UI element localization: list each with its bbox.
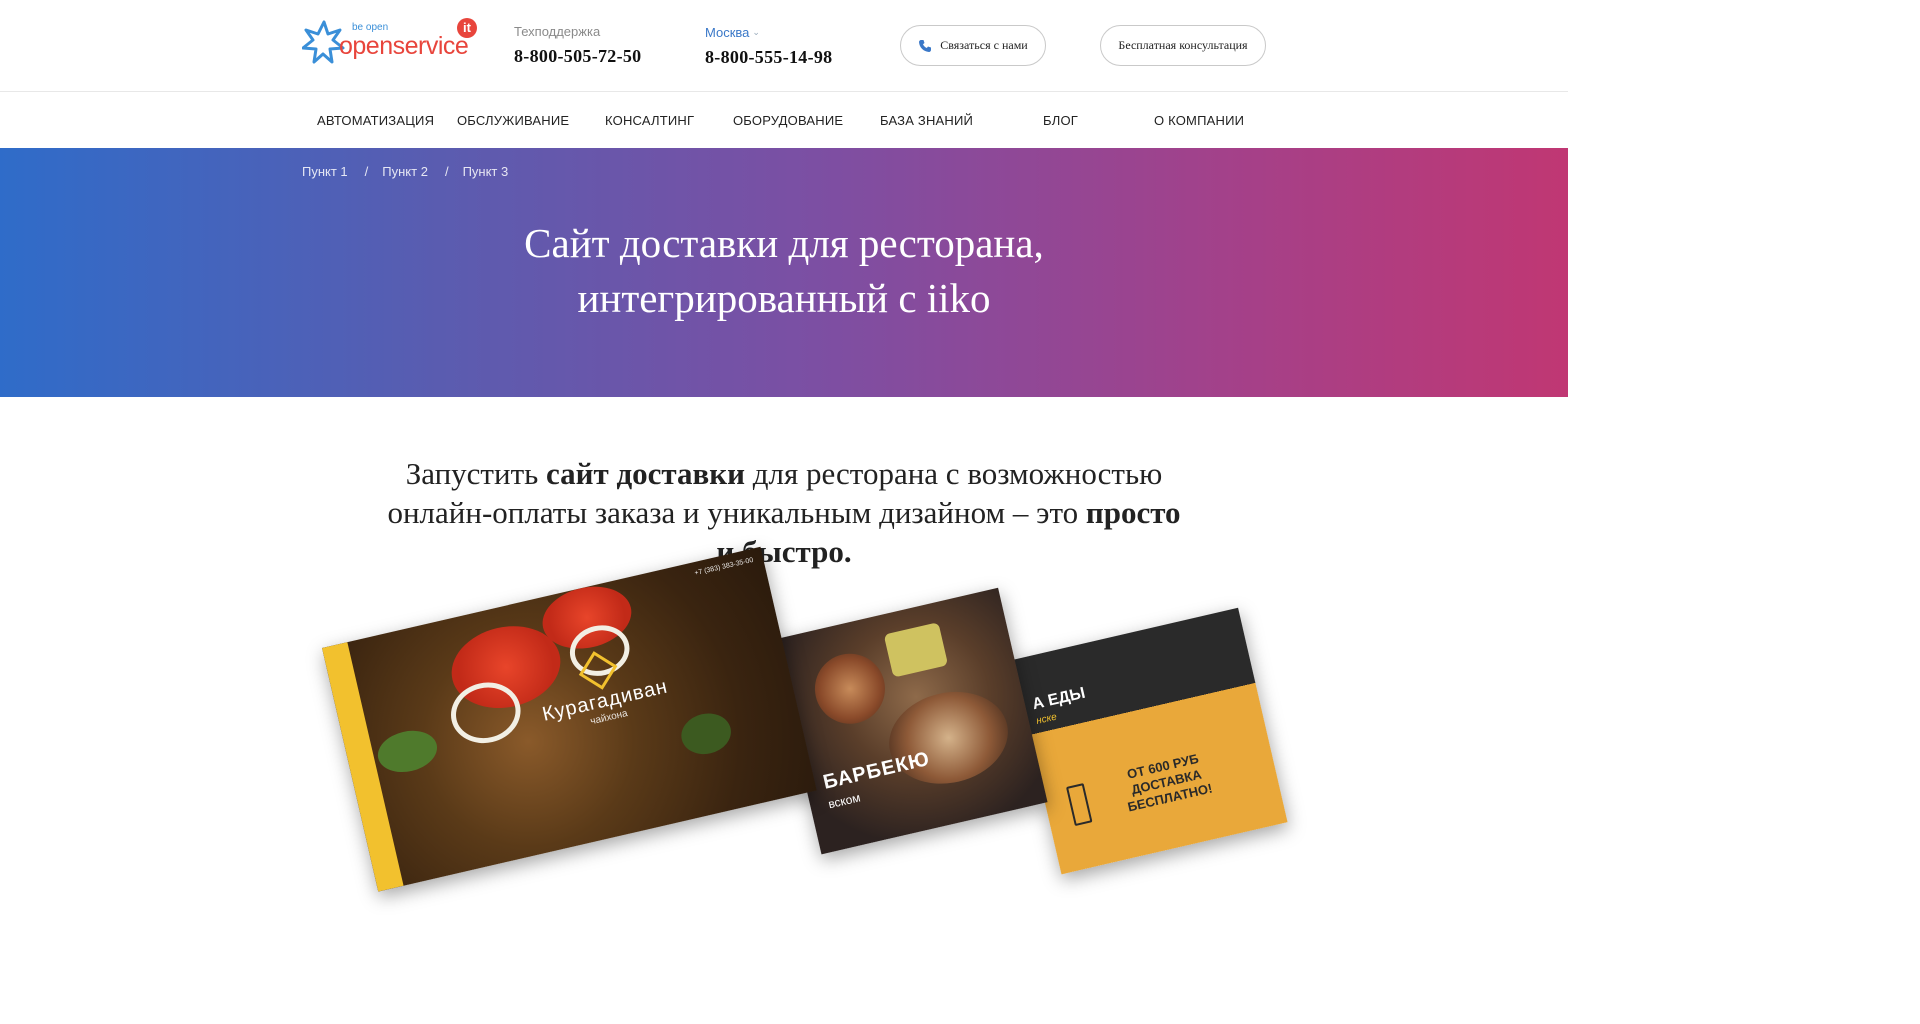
city-contact: Москва ⌄ 8-800-555-14-98	[705, 24, 832, 68]
breadcrumb-item-1[interactable]: Пункт 1	[302, 164, 348, 179]
chevron-down-icon: ⌄	[752, 27, 760, 37]
openservice-logo[interactable]: be open openservice it	[301, 18, 482, 74]
site-mockup-kuragadivan: +7 (383) 383-35-00 Курагадиван чайхона	[322, 546, 817, 892]
breadcrumb-separator: /	[444, 164, 449, 179]
city-phone[interactable]: 8-800-555-14-98	[705, 47, 832, 68]
mockup-2-subtitle: вском	[826, 790, 862, 812]
logo-name: openservice	[339, 32, 469, 60]
city-selector[interactable]: Москва ⌄	[705, 24, 832, 41]
drink-cup-icon	[1065, 783, 1093, 827]
mockup-3-subheading: нске	[1035, 711, 1058, 727]
intro-text: Запустить сайт доставки для ресторана с …	[384, 454, 1184, 571]
mockup-3-heading: А ЕДЫ	[1030, 684, 1087, 714]
beans-bowl-image	[807, 646, 892, 731]
nav-item-equipment[interactable]: ОБОРУДОВАНИЕ	[733, 113, 843, 128]
nav-item-automation[interactable]: АВТОМАТИЗАЦИЯ	[317, 113, 434, 128]
intro-part-1: Запустить	[405, 456, 547, 491]
logo-badge: it	[457, 18, 477, 38]
nav-item-about[interactable]: О КОМПАНИИ	[1154, 113, 1244, 128]
support-phone[interactable]: 8-800-505-72-50	[514, 46, 641, 67]
free-consultation-label: Бесплатная консультация	[1118, 38, 1248, 52]
main-nav: АВТОМАТИЗАЦИЯ ОБСЛУЖИВАНИЕ КОНСАЛТИНГ ОБ…	[0, 92, 1568, 148]
site-mockup-fastfood: А ЕДЫ нске ОТ 600 РУБ ДОСТАВКА БЕСПЛАТНО…	[1012, 607, 1288, 875]
mockup-1-phone: +7 (383) 383-35-00	[693, 556, 755, 578]
breadcrumb-separator: /	[364, 164, 369, 179]
mockup-2-title: БАРБЕКЮ	[821, 747, 933, 794]
brisket-image	[879, 680, 1018, 796]
nav-item-blog[interactable]: БЛОГ	[1043, 113, 1078, 128]
nav-item-service[interactable]: ОБСЛУЖИВАНИЕ	[457, 113, 569, 128]
site-header: be open openservice it Техподдержка 8-80…	[0, 0, 1568, 92]
support-label: Техподдержка	[514, 24, 601, 39]
free-consultation-button[interactable]: Бесплатная консультация	[1100, 25, 1266, 66]
contact-us-label: Связаться с нами	[940, 38, 1028, 52]
page-title: Сайт доставки для ресторана, интегрирова…	[0, 216, 1568, 326]
breadcrumb: Пункт 1 / Пункт 2 / Пункт 3	[302, 164, 508, 179]
fries-basket-image	[883, 622, 949, 678]
breadcrumb-item-2[interactable]: Пункт 2	[382, 164, 428, 179]
page-title-line-2: интегрированный с iiko	[577, 275, 991, 321]
herbs-image	[373, 725, 442, 778]
intro-bold-1: сайт доставки	[546, 456, 746, 491]
page-title-line-1: Сайт доставки для ресторана,	[524, 220, 1044, 266]
nav-item-knowledge-base[interactable]: БАЗА ЗНАНИЙ	[880, 113, 973, 128]
mockup-3-promo: ОТ 600 РУБ ДОСТАВКА БЕСПЛАТНО!	[1125, 750, 1214, 815]
site-mockup-barbecue: БАРБЕКЮ вском	[772, 587, 1048, 855]
city-label: Москва	[705, 25, 750, 40]
hero-banner: Пункт 1 / Пункт 2 / Пункт 3 Сайт доставки дл…	[0, 148, 1568, 397]
contact-us-button[interactable]: Связаться с нами	[900, 25, 1046, 66]
breadcrumb-item-3: Пункт 3	[462, 164, 509, 179]
phone-icon	[919, 39, 932, 52]
herbs-image	[677, 708, 736, 759]
support-contact: Техподдержка 8-800-505-72-50	[514, 24, 641, 67]
nav-item-consulting[interactable]: КОНСАЛТИНГ	[605, 113, 694, 128]
